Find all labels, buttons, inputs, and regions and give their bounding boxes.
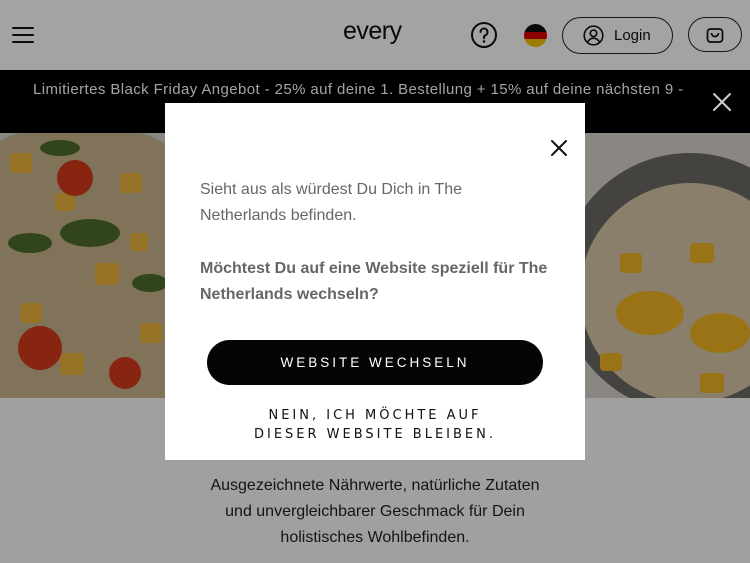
close-icon[interactable] bbox=[550, 139, 568, 157]
stay-on-website-button[interactable]: NEIN, ICH MÖCHTE AUF DIESER WEBSITE BLEI… bbox=[195, 406, 555, 444]
message-line: Netherlands befinden. bbox=[200, 207, 357, 224]
question-line: Möchtest Du auf eine Website speziell fü… bbox=[200, 260, 548, 277]
country-switch-dialog: Sieht aus als würdest Du Dich in The Net… bbox=[165, 103, 585, 460]
close-icon[interactable] bbox=[712, 92, 732, 112]
stay-line: NEIN, ICH MÖCHTE AUF bbox=[268, 408, 482, 423]
stay-line: DIESER WEBSITE BLEIBEN. bbox=[253, 427, 497, 442]
message-line: Sieht aus als würdest Du Dich in The bbox=[200, 181, 463, 198]
switch-question: Möchtest Du auf eine Website speziell fü… bbox=[200, 256, 570, 308]
location-message: Sieht aus als würdest Du Dich in The Net… bbox=[200, 177, 560, 229]
switch-website-button[interactable]: WEBSITE WECHSELN bbox=[207, 340, 543, 385]
question-line: Netherlands wechseln? bbox=[200, 286, 379, 303]
